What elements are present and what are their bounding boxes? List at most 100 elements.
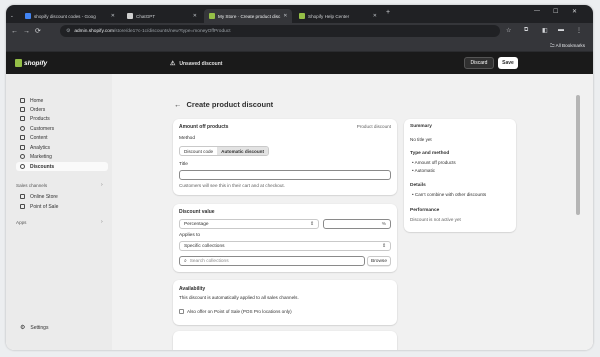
main-content: ← Create product discount Amount off pro… bbox=[112, 74, 593, 350]
page-title: ← Create product discount bbox=[174, 100, 274, 109]
close-icon[interactable]: ✕ bbox=[193, 13, 197, 19]
sidepanel-icon[interactable]: ◧ bbox=[542, 27, 548, 34]
alert-icon: ⚠ bbox=[170, 61, 176, 67]
close-icon[interactable]: ✕ bbox=[373, 13, 377, 19]
tab-strip: ⌄ shopify discount codes - Goog ✕ ChatGP… bbox=[6, 5, 593, 23]
url-path: /store/de1?c-1c/discounts/new?type=money… bbox=[113, 28, 231, 34]
sidebar-item-analytics[interactable]: Analytics bbox=[20, 143, 50, 152]
sidebar-item-discounts[interactable]: Discounts bbox=[16, 162, 108, 171]
shopify-bag-icon bbox=[15, 59, 22, 67]
chevron-right-icon[interactable]: › bbox=[101, 219, 103, 225]
orders-icon bbox=[20, 107, 25, 112]
tab-google[interactable]: shopify discount codes - Goog ✕ bbox=[20, 9, 120, 23]
close-icon[interactable]: ✕ bbox=[111, 13, 115, 19]
pos-checkbox-label[interactable]: Also offer on Point of Sale (POS Pro loc… bbox=[187, 309, 292, 314]
summary-bullet: • Amount off products bbox=[412, 160, 456, 165]
pos-checkbox[interactable] bbox=[179, 309, 184, 314]
automatic-discount-option[interactable]: Automatic discount bbox=[217, 147, 269, 155]
person-icon bbox=[20, 126, 25, 131]
shopify-favicon-icon bbox=[209, 13, 215, 19]
back-arrow-icon[interactable]: ← bbox=[174, 100, 182, 109]
value-type-select[interactable]: Percentage ⇕ bbox=[179, 219, 319, 229]
menu-icon[interactable]: ⋮ bbox=[576, 27, 582, 34]
chevron-right-icon[interactable]: › bbox=[101, 182, 103, 188]
tag-icon bbox=[20, 116, 25, 121]
bookmark-star-icon[interactable]: ☆ bbox=[506, 27, 511, 34]
availability-description: This discount is automatically applied t… bbox=[179, 295, 299, 300]
admin-sidebar: Home Orders Products Customers Content A… bbox=[6, 74, 112, 350]
unsaved-indicator: ⚠ Unsaved discount bbox=[170, 60, 223, 68]
search-icon: ⌕ bbox=[184, 259, 187, 264]
sidebar-item-home[interactable]: Home bbox=[20, 96, 43, 105]
folder-icon: 🗀 bbox=[550, 43, 555, 48]
bookmarks-bar: 🗀 All Bookmarks bbox=[6, 39, 593, 52]
close-icon[interactable]: ✕ bbox=[283, 13, 287, 19]
profile-icon[interactable]: ▬ bbox=[558, 27, 564, 33]
card-title: Amount off products bbox=[179, 124, 229, 130]
home-icon bbox=[20, 98, 25, 103]
discount-amount-input[interactable]: % bbox=[323, 219, 391, 229]
shopify-logo[interactable]: shopify bbox=[15, 59, 47, 67]
all-bookmarks[interactable]: 🗀 All Bookmarks bbox=[550, 42, 585, 50]
sidebar-item-point-of-sale[interactable]: Point of Sale bbox=[20, 202, 58, 211]
select-arrows-icon: ⇕ bbox=[309, 221, 314, 227]
sidebar-item-settings[interactable]: ⚙ Settings bbox=[20, 323, 48, 332]
tab-search-icon[interactable]: ⌄ bbox=[10, 9, 18, 23]
search-collections-input[interactable]: ⌕ Search collections bbox=[179, 256, 365, 266]
card-title: Discount value bbox=[179, 209, 215, 215]
new-tab-icon[interactable]: + bbox=[386, 9, 390, 16]
minimize-icon[interactable]: — bbox=[534, 8, 540, 14]
card-title: Availability bbox=[179, 286, 206, 292]
select-arrows-icon: ⇕ bbox=[381, 243, 386, 249]
back-icon[interactable]: ← bbox=[11, 28, 18, 35]
sidebar-item-content[interactable]: Content bbox=[20, 133, 48, 142]
sidebar-item-customers[interactable]: Customers bbox=[20, 124, 54, 133]
sidebar-item-marketing[interactable]: Marketing bbox=[20, 152, 52, 161]
summary-card: Summary No title yet Type and method • A… bbox=[404, 119, 516, 232]
chart-icon bbox=[20, 145, 25, 150]
performance-heading: Performance bbox=[410, 208, 440, 213]
content-icon bbox=[20, 135, 25, 140]
discount-value-card: Discount value Percentage ⇕ % Applies to… bbox=[173, 204, 397, 272]
sales-channels-heading[interactable]: Sales channels bbox=[16, 183, 47, 188]
extensions-icon[interactable]: ⧉ bbox=[524, 27, 528, 34]
summary-title-value: No title yet bbox=[410, 137, 432, 142]
browser-window: ⌄ shopify discount codes - Goog ✕ ChatGP… bbox=[6, 5, 593, 350]
save-button[interactable]: Save bbox=[498, 57, 518, 69]
tab-my-store[interactable]: My Store · Create product disc ✕ bbox=[204, 9, 292, 23]
applies-to-label: Applies to bbox=[179, 233, 201, 238]
store-icon bbox=[20, 194, 25, 199]
reload-icon[interactable]: ⟳ bbox=[35, 27, 41, 35]
window-close-icon[interactable]: ✕ bbox=[572, 8, 577, 15]
details-heading: Details bbox=[410, 183, 426, 188]
discard-button[interactable]: Discard bbox=[464, 57, 494, 69]
site-info-icon[interactable]: ⚙ bbox=[66, 29, 70, 34]
amount-off-card: Amount off products Product discount Met… bbox=[173, 119, 397, 195]
performance-text: Discount is not active yet bbox=[410, 217, 461, 222]
shopify-favicon-icon bbox=[299, 13, 305, 19]
forward-icon[interactable]: → bbox=[23, 28, 30, 35]
address-bar[interactable]: ⚙ admin.shopify.com /store/de1?c-1c/disc… bbox=[60, 25, 500, 37]
gear-icon: ⚙ bbox=[20, 325, 26, 331]
applies-to-select[interactable]: Specific collections ⇕ bbox=[179, 241, 391, 251]
type-method-heading: Type and method bbox=[410, 151, 450, 156]
page-scrollbar[interactable] bbox=[576, 95, 580, 215]
google-favicon-icon bbox=[25, 13, 31, 19]
title-help-text: Customers will see this in their cart an… bbox=[179, 183, 285, 188]
maximize-icon[interactable]: ☐ bbox=[553, 8, 558, 15]
summary-bullet: • Can’t combine with other discounts bbox=[412, 192, 487, 197]
browse-button[interactable]: Browse bbox=[367, 256, 391, 266]
sidebar-item-products[interactable]: Products bbox=[20, 114, 50, 123]
sidebar-item-orders[interactable]: Orders bbox=[20, 105, 45, 114]
summary-bullet: • Automatic bbox=[412, 168, 436, 173]
title-input[interactable] bbox=[179, 170, 391, 180]
sidebar-item-online-store[interactable]: Online Store bbox=[20, 192, 58, 201]
tab-help-center[interactable]: Shopify Help Center ✕ bbox=[294, 9, 382, 23]
apps-heading[interactable]: Apps bbox=[16, 220, 26, 225]
tab-chatgpt[interactable]: ChatGPT ✕ bbox=[122, 9, 202, 23]
method-label: Method bbox=[179, 136, 195, 141]
discount-code-option[interactable]: Discount code bbox=[180, 147, 217, 155]
pos-icon bbox=[20, 204, 25, 209]
discount-type-tag: Product discount bbox=[356, 124, 391, 129]
method-segmented-control: Discount code Automatic discount bbox=[179, 146, 270, 156]
